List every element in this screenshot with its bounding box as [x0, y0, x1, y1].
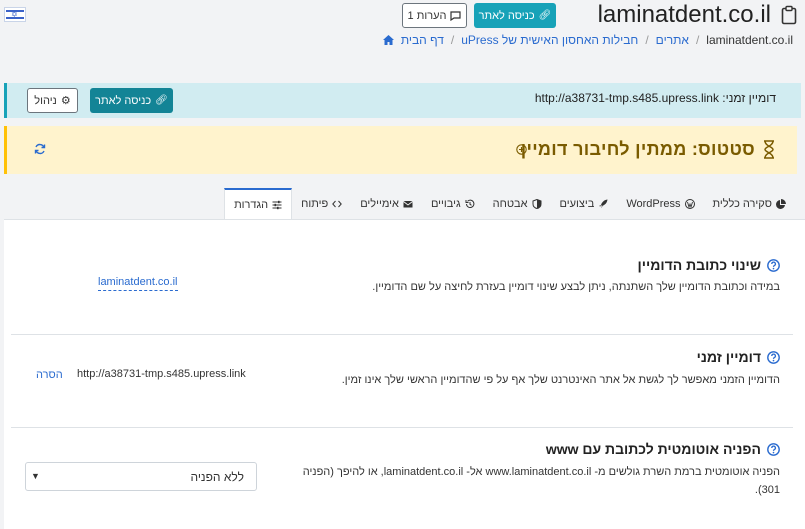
- question-circle-icon[interactable]: [767, 442, 780, 456]
- www-redirect-desc-line1: הפניה אוטומטית ברמת השרת גולשים מ- www.l…: [302, 466, 780, 478]
- link-icon: 🔗︎: [538, 10, 552, 21]
- link-icon: 🔗︎: [155, 95, 168, 106]
- temp-domain-desc: הדומיין הזמני מאפשר לך לגשת אל אתר האינט…: [341, 374, 780, 386]
- breadcrumb-current: laminatdent.co.il: [706, 33, 793, 47]
- refresh-icon[interactable]: [34, 143, 46, 155]
- israel-flag-icon[interactable]: ✡: [4, 7, 26, 22]
- domain-change-link[interactable]: laminatdent.co.il: [98, 276, 178, 291]
- breadcrumb-home[interactable]: דף הבית: [401, 33, 444, 47]
- www-redirect-select[interactable]: ללא הפניה ▼: [25, 462, 257, 491]
- divider: [11, 334, 793, 335]
- question-circle-icon[interactable]: [767, 350, 780, 364]
- tab-development[interactable]: פיתוח: [292, 188, 351, 220]
- question-circle-icon[interactable]: [767, 258, 780, 272]
- divider: [11, 427, 793, 428]
- comment-icon: [450, 10, 462, 21]
- tab-settings[interactable]: הגדרות: [224, 188, 293, 220]
- breadcrumb-sites[interactable]: אתרים: [656, 33, 689, 47]
- status-bar: סטטוס: ממתין לחיבור דומיין: [4, 126, 797, 174]
- domain-change-title: שינוי כתובת הדומיין: [638, 257, 780, 273]
- home-icon[interactable]: [382, 35, 394, 45]
- envelope-icon: [403, 201, 413, 208]
- www-redirect-desc-line2: 301).: [754, 484, 780, 496]
- enter-site-button[interactable]: כניסה לאתר 🔗︎: [474, 3, 556, 28]
- plus-circle-icon[interactable]: [516, 144, 527, 155]
- shield-icon: [532, 199, 542, 209]
- tab-backups[interactable]: גיבויים: [422, 188, 484, 220]
- gear-icon: ⚙: [60, 95, 71, 107]
- manage-button[interactable]: ניהול ⚙: [27, 88, 78, 113]
- page-title: laminatdent.co.il: [597, 1, 771, 28]
- hourglass-icon: [764, 140, 774, 159]
- breadcrumb: דף הבית / חבילות האחסון האישית של uPress…: [382, 33, 793, 47]
- domain-change-desc: במידה וכתובת הדומיין שלך השתנתה, ניתן לב…: [372, 281, 780, 293]
- temp-domain-value: http://a38731-tmp.s485.upress.link: [77, 368, 246, 380]
- tabs: סקירה כללית WordPress ביצועים אבטחה גיבו…: [224, 188, 795, 220]
- temp-domain-bar: דומיין זמני: http://a38731-tmp.s485.upre…: [4, 83, 801, 118]
- tab-emails[interactable]: אימיילים: [351, 188, 422, 220]
- history-icon: [465, 199, 474, 208]
- select-value: ללא הפניה: [190, 470, 244, 484]
- pie-chart-icon: [776, 199, 786, 209]
- tab-performance[interactable]: ביצועים: [551, 188, 618, 220]
- sliders-icon: [272, 200, 282, 209]
- remove-temp-domain-link[interactable]: הסרה: [36, 369, 63, 381]
- caret-down-icon: ▼: [31, 471, 40, 481]
- temp-domain-text: דומיין זמני: http://a38731-tmp.s485.upre…: [534, 91, 776, 105]
- rocket-icon: [599, 199, 608, 208]
- settings-panel: שינוי כתובת הדומיין במידה וכתובת הדומיין…: [4, 219, 805, 529]
- wordpress-icon: [684, 199, 695, 209]
- www-redirect-title: הפניה אוטומטית לכתובת עם www: [546, 441, 780, 457]
- breadcrumb-backup[interactable]: חבילות האחסון האישית של uPress: [461, 33, 638, 47]
- bar-enter-site-button[interactable]: כניסה לאתר 🔗︎: [90, 88, 173, 113]
- temp-domain-title: דומיין זמני: [697, 349, 780, 365]
- tab-overview[interactable]: סקירה כללית: [704, 188, 795, 220]
- clipboard-icon[interactable]: [781, 5, 797, 25]
- tab-security[interactable]: אבטחה: [484, 188, 551, 220]
- tab-wordpress[interactable]: WordPress: [617, 188, 703, 220]
- status-text: סטטוס: ממתין לחיבור דומיין: [520, 139, 755, 159]
- code-icon: [332, 200, 343, 208]
- notes-button[interactable]: 1 הערות: [402, 3, 467, 28]
